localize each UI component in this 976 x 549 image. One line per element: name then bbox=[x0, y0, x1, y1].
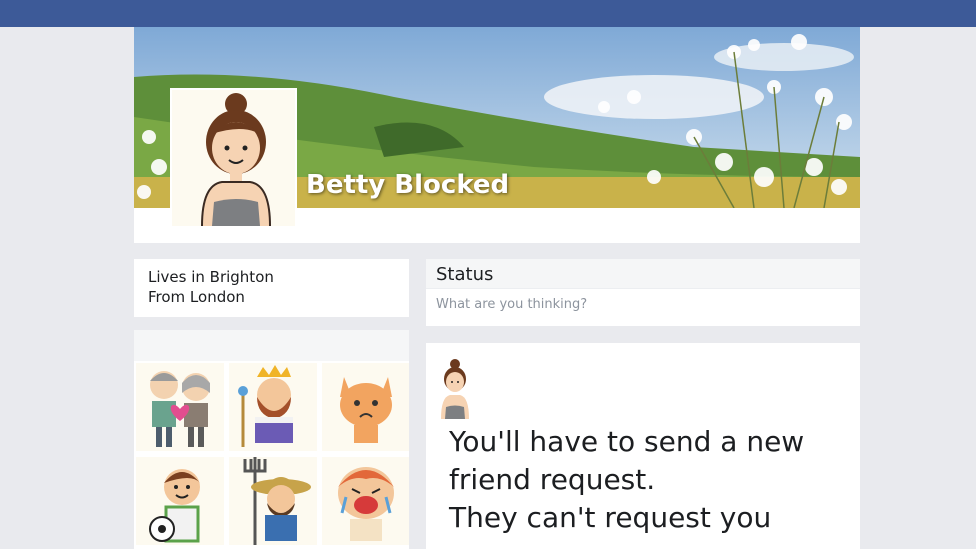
profile-picture[interactable] bbox=[170, 88, 297, 228]
king-icon[interactable] bbox=[229, 363, 317, 451]
cat-icon[interactable] bbox=[322, 363, 409, 451]
post-line-2: friend request. bbox=[449, 463, 656, 496]
top-navigation-bar bbox=[0, 0, 976, 27]
post-line-1: You'll have to send a new bbox=[449, 425, 805, 458]
friends-grid bbox=[134, 363, 409, 549]
profile-name[interactable]: Betty Blocked bbox=[306, 170, 509, 200]
status-heading: Status bbox=[426, 259, 860, 289]
friends-header bbox=[134, 330, 409, 361]
farmer-icon[interactable] bbox=[229, 457, 317, 545]
about-card: Lives in Brighton From London bbox=[134, 259, 409, 317]
boy-football-icon[interactable] bbox=[136, 457, 224, 545]
from-text: From London bbox=[148, 288, 245, 306]
status-composer: Status What are you thinking? bbox=[426, 259, 860, 326]
post-message: You'll have to send a new friend request… bbox=[449, 423, 849, 537]
lives-in-text: Lives in Brighton bbox=[148, 268, 274, 286]
post-card: You'll have to send a new friend request… bbox=[426, 343, 860, 549]
friends-card bbox=[134, 330, 409, 549]
status-input[interactable]: What are you thinking? bbox=[426, 289, 860, 320]
crying-baby-icon[interactable] bbox=[322, 457, 409, 545]
profile-header: Betty Blocked bbox=[134, 27, 860, 243]
post-author-avatar[interactable] bbox=[438, 357, 472, 419]
elderly-couple-icon[interactable] bbox=[136, 363, 224, 451]
post-line-3: They can't request you bbox=[449, 501, 772, 534]
